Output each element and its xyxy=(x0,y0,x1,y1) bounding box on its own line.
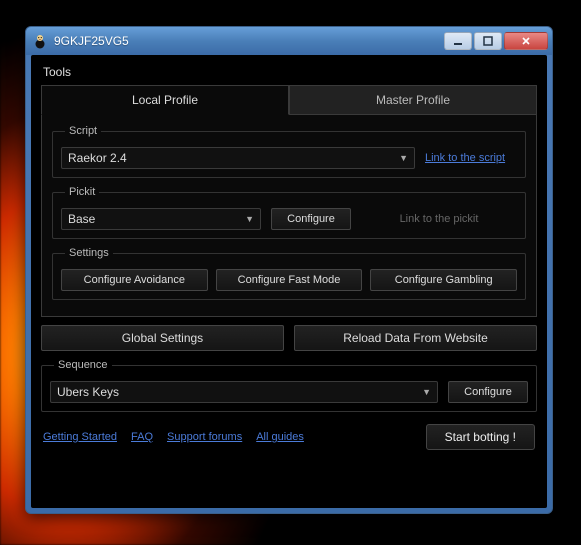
menubar: Tools xyxy=(41,63,537,85)
client-area: Tools Local Profile Master Profile Scrip… xyxy=(31,55,547,508)
menu-tools[interactable]: Tools xyxy=(43,65,71,79)
sequence-configure-button[interactable]: Configure xyxy=(448,381,528,403)
close-button[interactable] xyxy=(504,32,548,50)
pickit-configure-button[interactable]: Configure xyxy=(271,208,351,230)
sequence-select[interactable]: Ubers Keys ▼ xyxy=(50,381,438,403)
close-icon xyxy=(521,36,531,46)
script-select[interactable]: Raekor 2.4 ▼ xyxy=(61,147,415,169)
app-window: 9GKJF25VG5 Tools Local Profile Master Pr… xyxy=(25,26,553,514)
pickit-group: Pickit Base ▼ Configure Link to the pick… xyxy=(52,186,526,239)
minimize-icon xyxy=(453,36,463,46)
pickit-selected: Base xyxy=(68,212,95,226)
app-title: 9GKJF25VG5 xyxy=(54,34,444,48)
app-icon xyxy=(32,33,48,49)
faq-link[interactable]: FAQ xyxy=(131,431,153,443)
chevron-down-icon: ▼ xyxy=(422,387,431,397)
settings-group: Settings Configure Avoidance Configure F… xyxy=(52,247,526,300)
titlebar[interactable]: 9GKJF25VG5 xyxy=(26,27,552,55)
configure-fastmode-button[interactable]: Configure Fast Mode xyxy=(216,269,363,291)
configure-avoidance-button[interactable]: Configure Avoidance xyxy=(61,269,208,291)
tab-local-profile[interactable]: Local Profile xyxy=(41,85,289,115)
reload-data-button[interactable]: Reload Data From Website xyxy=(294,325,537,351)
chevron-down-icon: ▼ xyxy=(399,153,408,163)
settings-legend: Settings xyxy=(65,247,113,259)
maximize-button[interactable] xyxy=(474,32,502,50)
tab-body: Script Raekor 2.4 ▼ Link to the script P… xyxy=(41,115,537,317)
tab-master-profile[interactable]: Master Profile xyxy=(289,85,537,115)
pickit-legend: Pickit xyxy=(65,186,99,198)
footer-row: Getting Started FAQ Support forums All g… xyxy=(41,424,537,450)
start-botting-button[interactable]: Start botting ! xyxy=(426,424,535,450)
minimize-button[interactable] xyxy=(444,32,472,50)
maximize-icon xyxy=(483,36,493,46)
all-guides-link[interactable]: All guides xyxy=(256,431,304,443)
pickit-select[interactable]: Base ▼ xyxy=(61,208,261,230)
script-selected: Raekor 2.4 xyxy=(68,151,127,165)
getting-started-link[interactable]: Getting Started xyxy=(43,431,117,443)
script-group: Script Raekor 2.4 ▼ Link to the script xyxy=(52,125,526,178)
sequence-group: Sequence Ubers Keys ▼ Configure xyxy=(41,359,537,412)
sequence-legend: Sequence xyxy=(54,359,112,371)
support-forums-link[interactable]: Support forums xyxy=(167,431,242,443)
global-button-row: Global Settings Reload Data From Website xyxy=(41,325,537,351)
tab-row: Local Profile Master Profile xyxy=(41,85,537,115)
pickit-link: Link to the pickit xyxy=(361,213,517,225)
script-link[interactable]: Link to the script xyxy=(425,152,517,164)
window-controls xyxy=(444,32,548,50)
configure-gambling-button[interactable]: Configure Gambling xyxy=(370,269,517,291)
chevron-down-icon: ▼ xyxy=(245,214,254,224)
global-settings-button[interactable]: Global Settings xyxy=(41,325,284,351)
sequence-selected: Ubers Keys xyxy=(57,385,119,399)
script-legend: Script xyxy=(65,125,101,137)
